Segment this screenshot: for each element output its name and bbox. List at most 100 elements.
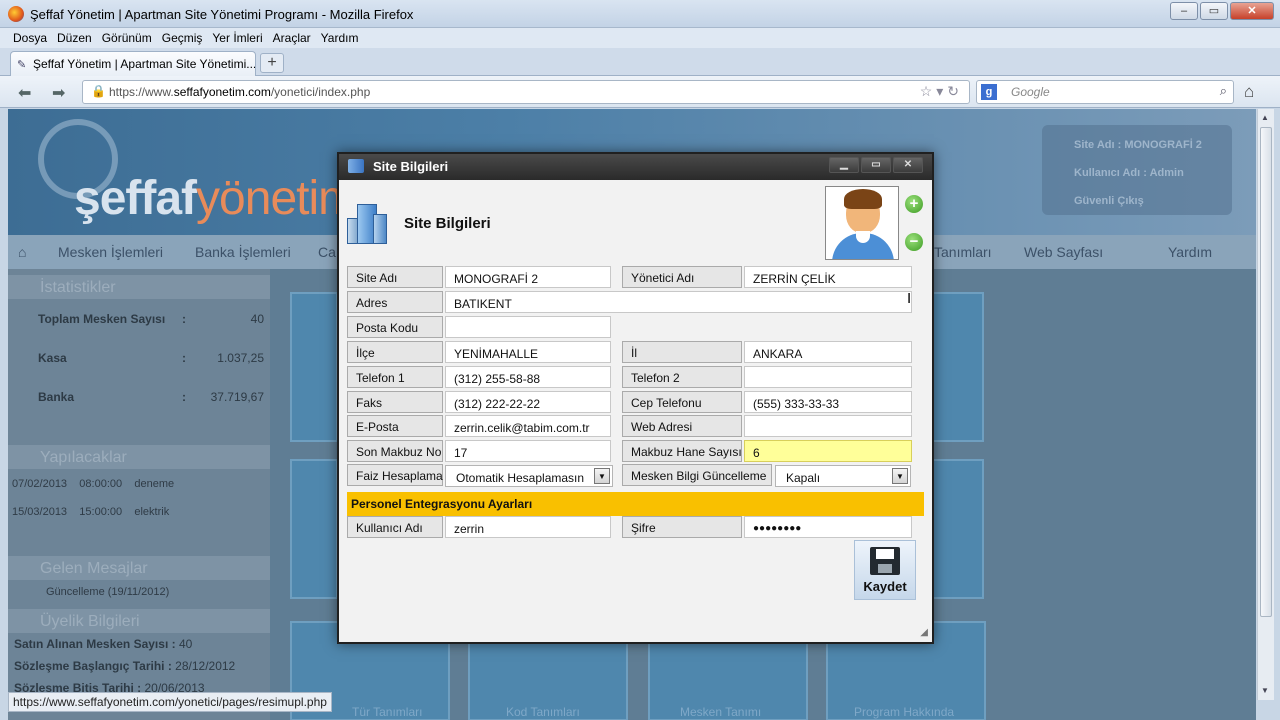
kullanici-adi-input[interactable]: zerrin [445,516,611,538]
dialog-minimize-button[interactable]: ▁ [829,157,859,173]
message-item[interactable]: Güncelleme (19/11/2012) [46,586,169,598]
save-button[interactable]: Kaydet [854,540,916,600]
label-posta-kodu: Posta Kodu [347,316,443,338]
label-makbuz-hane-sayisi: Makbuz Hane Sayısı [622,440,742,462]
label-adres: Adres [347,291,443,313]
faks-input[interactable]: (312) 222-22-22 [445,391,611,413]
label-faks: Faks [347,391,443,413]
scroll-down-icon[interactable]: ▼ [1261,686,1269,695]
user-name-info: Kullanıcı Adı : Admin [1074,167,1184,179]
tile[interactable] [290,292,338,442]
menu-dosya[interactable]: Dosya [8,28,52,48]
todo-item: 15/03/2013 15:00:00 elektrik [12,506,170,518]
logout-link[interactable]: Güvenli Çıkış [1074,195,1144,207]
son-makbuz-no-input[interactable]: 17 [445,440,611,462]
window-title: Şeffaf Yönetim | Apartman Site Yönetimi … [30,7,414,22]
home-nav-icon[interactable]: ⌂ [18,244,26,260]
faiz-hesaplama-select[interactable]: Otomatik Hesaplamasın ▼ [445,465,613,487]
menu-duzen[interactable]: Düzen [52,28,97,48]
text-cursor-icon: I [907,290,912,307]
ilce-input[interactable]: YENİMAHALLE [445,341,611,363]
web-adresi-input[interactable] [744,415,912,437]
remove-photo-button[interactable]: − [905,233,923,251]
url-path: /yonetici/index.php [270,85,371,99]
label-yonetici-adi: Yönetici Adı [622,266,742,288]
cep-telefonu-input[interactable]: (555) 333-33-33 [744,391,912,413]
nav-tanimlari[interactable]: Tanımları [934,244,992,260]
section-membership: Üyelik Bilgileri [8,609,270,633]
menu-gecmis[interactable]: Geçmiş [157,28,208,48]
maximize-button[interactable]: ▭ [1200,2,1228,20]
label-telefon1: Telefon 1 [347,366,443,388]
url-domain: seffafyonetim.com [173,85,271,99]
label-ilce: İlçe [347,341,443,363]
nav-mesken[interactable]: Mesken İşlemleri [58,244,163,260]
logo-accent: yönetim [196,172,358,225]
mesken-bilgi-guncelleme-select[interactable]: Kapalı ▼ [775,465,911,487]
search-placeholder: Google [1011,85,1050,99]
window-titlebar: Şeffaf Yönetim | Apartman Site Yönetimi … [0,0,1280,28]
page-scrollbar[interactable]: ▲ ▼ [1257,109,1274,700]
nav-yardim[interactable]: Yardım [1168,244,1212,260]
menu-yardim[interactable]: Yardım [316,28,364,48]
site-logo: şeffafyönetim [74,171,358,226]
close-button[interactable]: ✕ [1230,2,1274,20]
new-tab-button[interactable]: + [260,53,284,73]
chevron-down-icon[interactable]: ▼ [594,468,610,484]
site-adi-input[interactable]: MONOGRAFİ 2 [445,266,611,288]
floppy-disk-icon [870,547,900,575]
save-label: Kaydet [863,579,907,594]
minimize-button[interactable]: ‒ [1170,2,1198,20]
search-icon[interactable]: ⌕ [1220,83,1227,99]
sifre-input[interactable]: ●●●●●●●● [744,516,912,538]
dialog-close-button[interactable]: ✕ [893,157,923,173]
google-icon: g [981,84,997,100]
eposta-input[interactable]: zerrin.celik@tabim.com.tr [445,415,611,437]
tab-bar: ✎ Şeffaf Yönetim | Apartman Site Yönetim… [0,48,1280,76]
chevron-down-icon[interactable]: ▼ [892,468,908,484]
tile[interactable] [932,292,984,442]
nav-banka[interactable]: Banka İşlemleri [195,244,291,260]
menu-gorunum[interactable]: Görünüm [97,28,157,48]
tab-active[interactable]: ✎ Şeffaf Yönetim | Apartman Site Yönetim… [10,51,256,76]
yonetici-adi-input[interactable]: ZERRİN ÇELİK [744,266,912,288]
stat-banka: Banka:37.719,67 [38,390,264,404]
menu-yer-imleri[interactable]: Yer İmleri [207,28,267,48]
nav-web-sayfasi[interactable]: Web Sayfası [1024,244,1103,260]
home-icon[interactable]: ⌂ [1244,82,1254,102]
personel-section-header: Personel Entegrasyonu Ayarları [347,492,924,516]
tile[interactable] [290,459,338,599]
adres-input[interactable]: BATIKENT [445,291,912,313]
posta-kodu-input[interactable] [445,316,611,338]
label-cep-telefonu: Cep Telefonu [622,391,742,413]
makbuz-hane-sayisi-input[interactable]: 6 [744,440,912,462]
url-bar[interactable]: 🔒 https://www.seffafyonetim.com/yonetici… [82,80,970,104]
nav-ca[interactable]: Ca [318,244,336,260]
dialog-titlebar[interactable]: Site Bilgileri ▁ ▭ ✕ [339,154,932,180]
scroll-thumb[interactable] [1260,127,1272,617]
forward-arrow-icon[interactable]: ➡ [52,83,65,103]
label-site-adi: Site Adı [347,266,443,288]
telefon2-input[interactable] [744,366,912,388]
add-photo-button[interactable]: + [905,195,923,213]
label-eposta: E-Posta [347,415,443,437]
dialog-maximize-button[interactable]: ▭ [861,157,891,173]
section-todo: Yapılacaklar [8,445,270,469]
tile[interactable] [932,459,984,599]
bookmark-star-icon[interactable]: ☆▾↻ [920,83,963,100]
search-input[interactable]: g Google ⌕ [976,80,1234,104]
avatar[interactable] [825,186,899,260]
telefon1-input[interactable]: (312) 255-58-88 [445,366,611,388]
menu-araclar[interactable]: Araçlar [268,28,316,48]
resize-grip-icon[interactable]: ◢ [920,627,928,638]
left-sidebar: İstatistikler Toplam Mesken Sayısı:40 Ka… [8,269,270,720]
lock-icon: 🔒 [91,84,106,98]
navigation-bar: ⬅ ➡ 🔒 https://www.seffafyonetim.com/yone… [0,76,1280,108]
back-arrow-icon[interactable]: ⬅ [18,83,31,103]
il-input[interactable]: ANKARA [744,341,912,363]
label-il: İl [622,341,742,363]
label-kullanici-adi: Kullanıcı Adı [347,516,443,538]
buildings-icon [347,204,389,246]
stat-kasa: Kasa:1.037,25 [38,351,264,365]
scroll-up-icon[interactable]: ▲ [1261,113,1269,122]
